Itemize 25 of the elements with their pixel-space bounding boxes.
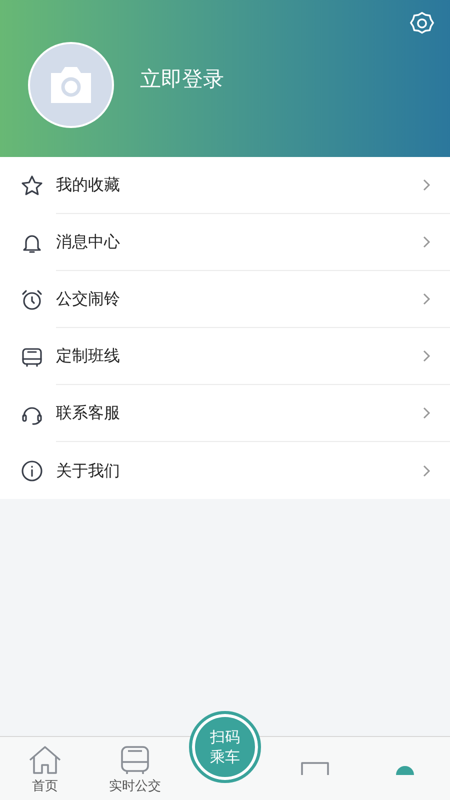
menu-item[interactable]: 联系客服 (0, 385, 450, 442)
chevron-right-icon (422, 349, 432, 363)
info-icon (20, 458, 44, 482)
menu-label: 联系客服 (56, 402, 121, 424)
menu-item[interactable]: 关于我们 (0, 442, 450, 499)
menu-item[interactable]: 我的收藏 (0, 157, 450, 214)
menu-item[interactable]: 定制班线 (0, 328, 450, 385)
chevron-right-icon (422, 406, 432, 420)
home-icon (28, 745, 62, 775)
menu-label: 我的收藏 (56, 174, 121, 196)
chevron-right-icon (422, 292, 432, 306)
star-icon (20, 174, 44, 198)
chevron-right-icon (422, 464, 432, 478)
chevron-right-icon (422, 178, 432, 192)
bus-icon (118, 745, 152, 775)
menu-item[interactable]: 公交闹铃 (0, 271, 450, 328)
menu-label: 消息中心 (56, 231, 121, 253)
chevron-right-icon (422, 235, 432, 249)
menu-label: 定制班线 (56, 345, 121, 367)
menu-label: 公交闹铃 (56, 288, 121, 310)
menu-item[interactable]: 消息中心 (0, 214, 450, 271)
menu-label: 关于我们 (56, 460, 121, 482)
tab-item[interactable]: 实时公交 (90, 737, 180, 796)
tab-item[interactable]: 首页 (0, 737, 90, 796)
alarm-clock-icon (20, 288, 44, 312)
